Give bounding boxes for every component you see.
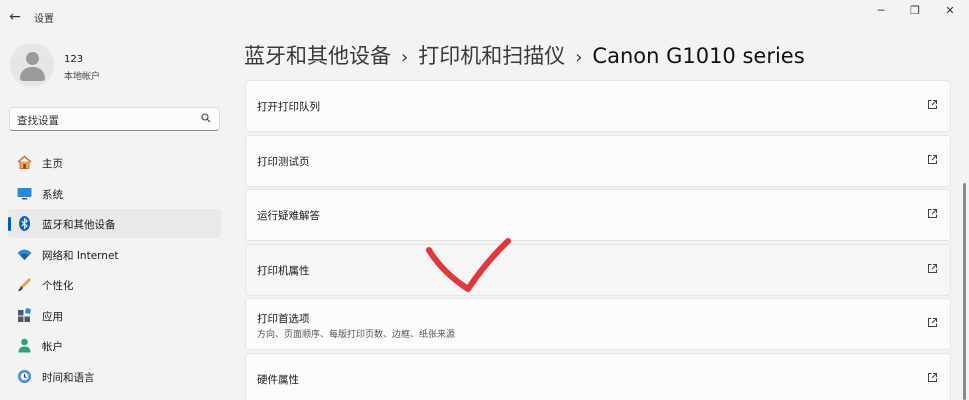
scrollbar[interactable] [963,183,966,400]
back-button[interactable]: ← [6,7,24,27]
breadcrumb-separator: › [401,47,409,68]
sidebar-item-accounts[interactable]: 帐户 [8,331,221,360]
page-title: Canon G1010 series [592,44,805,68]
brush-icon [18,278,31,292]
minimize-button[interactable]: ─ [864,0,898,22]
sidebar-item-system[interactable]: 系统 [8,179,221,208]
external-link-icon [928,318,937,327]
hardware-properties-card[interactable]: 硬件属性 [245,352,951,400]
user-profile[interactable]: 123 本地帐户 [10,43,220,91]
close-button[interactable]: ✕ [933,0,967,22]
globe-clock-icon [18,369,31,383]
open-print-queue-card[interactable]: 打开打印队列 [245,80,951,132]
home-icon [17,155,32,169]
sidebar-item-network[interactable]: 网络和 Internet [8,240,221,269]
avatar [10,43,54,87]
printing-preferences-card[interactable]: 打印首选项 方向、页面顺序、每版打印页数、边框、纸张来源 [245,298,951,350]
sidebar-item-apps[interactable]: 应用 [8,301,221,330]
breadcrumb-bluetooth[interactable]: 蓝牙和其他设备 [244,44,391,68]
sidebar-item-time-language[interactable]: 时间和语言 [8,362,221,391]
printing-preferences-description: 方向、页面顺序、每版打印页数、边框、纸张来源 [257,330,456,340]
sidebar-item-home[interactable]: 主页 [8,148,221,177]
run-troubleshooter-card[interactable]: 运行疑难解答 [245,189,951,241]
external-link-icon [928,209,937,218]
maximize-button[interactable]: ❐ [898,0,932,22]
breadcrumb-printers[interactable]: 打印机和扫描仪 [418,44,565,68]
external-link-icon [928,372,937,382]
search-placeholder: 查找设置 [17,115,59,127]
external-link-icon [928,100,937,109]
external-link-icon [928,263,937,273]
title-bar: ← 设置 ─ ❐ ✕ [0,0,969,34]
print-test-page-card[interactable]: 打印测试页 [245,134,951,187]
app-title: 设置 [34,14,54,25]
settings-list: 打开打印队列 打印测试页 运行疑难解答 打印机属性 打印首选项 方向、页面顺序、… [245,80,951,400]
wifi-icon [17,249,32,260]
printer-properties-card[interactable]: 打印机属性 [245,243,951,296]
sidebar-nav: 主页 系统 蓝牙和其他设备 网络和 Internet 个性化 应用 帐户 时间和… [8,148,221,392]
user-name: 123 [64,54,84,65]
search-input[interactable]: 查找设置 [9,107,220,131]
sidebar-item-bluetooth[interactable]: 蓝牙和其他设备 [8,209,221,238]
apps-icon [18,307,31,322]
bluetooth-icon [19,216,30,231]
search-icon [201,113,211,123]
external-link-icon [928,154,937,164]
account-icon [18,338,31,353]
sidebar-item-personalization[interactable]: 个性化 [8,270,221,299]
account-type: 本地帐户 [64,72,101,82]
monitor-icon [17,187,32,199]
breadcrumb-separator: › [575,47,583,68]
breadcrumb: 蓝牙和其他设备 › 打印机和扫描仪 › Canon G1010 series [244,42,805,72]
